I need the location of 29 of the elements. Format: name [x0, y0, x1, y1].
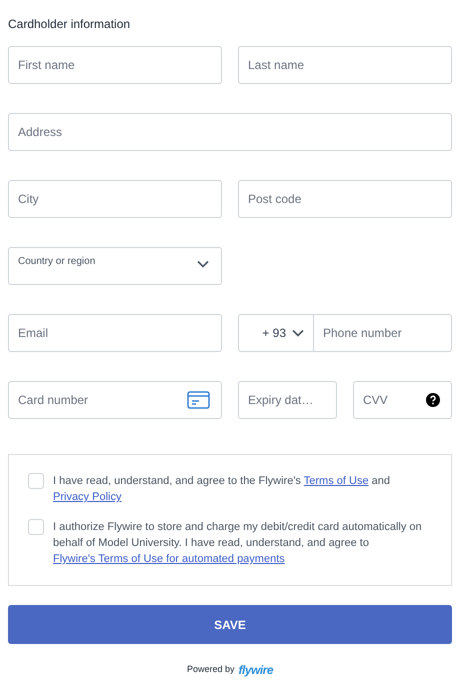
phone-field[interactable]: Phone number	[314, 314, 452, 352]
consent-text: I have read, understand, and agree to the Flywire's Terms of Use and Privacy Policy	[53, 474, 391, 505]
cvv-field[interactable]: CVV	[353, 381, 452, 419]
consent-link[interactable]: Privacy Policy	[53, 491, 122, 503]
consent-link[interactable]: Flywire's Terms of Use for automated payments	[53, 553, 285, 565]
country-label: Country or region	[18, 255, 96, 269]
email-field[interactable]: Email	[8, 314, 222, 352]
expiry-date-field[interactable]: Expiry dat…	[238, 381, 337, 419]
flywire-logo: flywire	[238, 662, 274, 679]
checkbox[interactable]	[28, 473, 44, 489]
help-icon[interactable]	[426, 393, 440, 407]
first-name-field[interactable]: First name	[8, 46, 222, 84]
last-name-field[interactable]: Last name	[238, 46, 452, 84]
phone-code-value: + 93	[262, 325, 286, 342]
card-number-field[interactable]: Card number	[8, 381, 222, 419]
chevron-down-icon	[197, 260, 209, 268]
consent-link[interactable]: Terms of Use	[304, 475, 369, 487]
section-title: Cardholder information	[8, 17, 132, 31]
chevron-down-icon	[292, 329, 304, 337]
consent-text: I authorize Flywire to store and charge my debit/credit card automatically on behalf of Model University. I have read, understand, and agree to Flywire's Terms of Use for automated payments	[53, 520, 423, 567]
credit-card-icon	[187, 391, 210, 409]
post-code-field[interactable]: Post code	[238, 180, 452, 218]
city-field[interactable]: City	[8, 180, 222, 218]
phone-code-select[interactable]: + 93	[238, 314, 314, 352]
checkbox[interactable]	[28, 519, 44, 535]
country-select[interactable]: Country or region	[8, 247, 222, 285]
address-field[interactable]: Address	[8, 113, 452, 151]
save-button[interactable]: SAVE	[8, 605, 452, 644]
powered-by-label: Powered by	[186, 663, 234, 676]
